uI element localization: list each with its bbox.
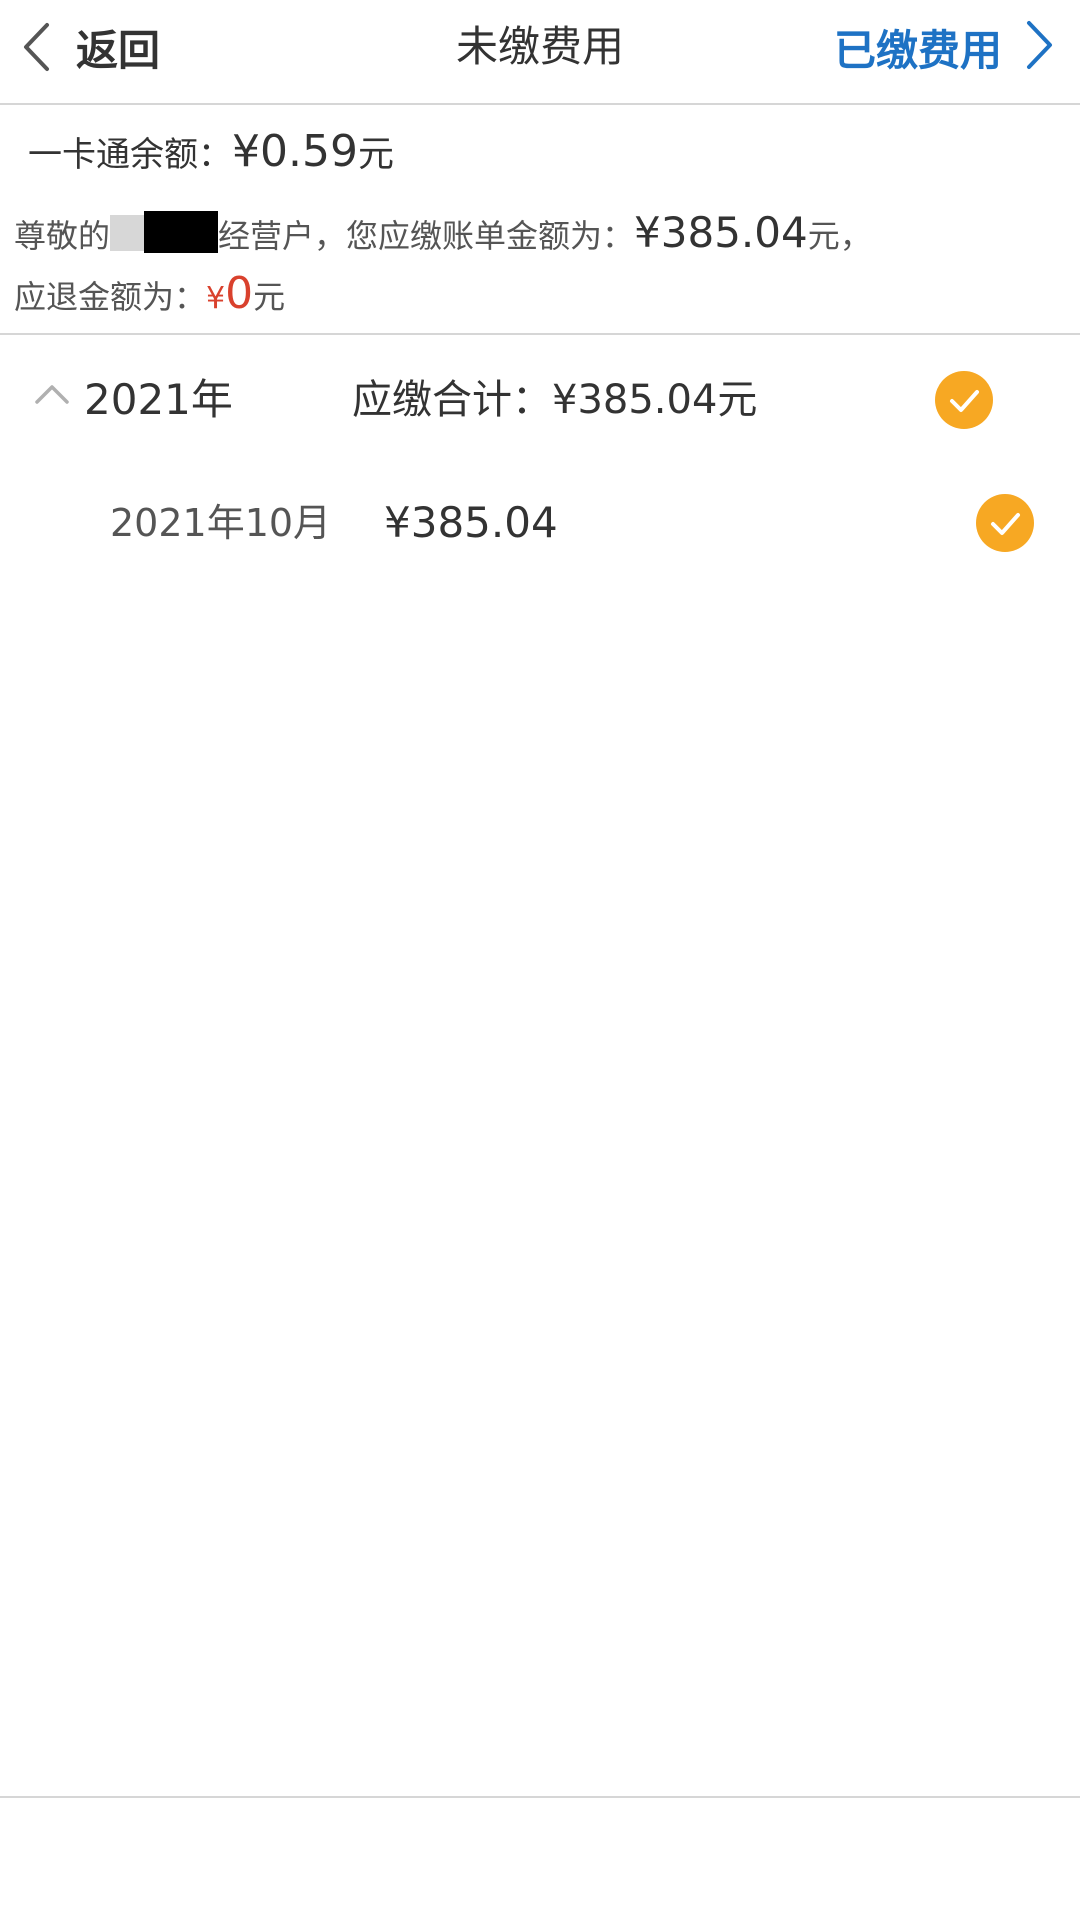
bill-amount: ¥385.04 [634, 208, 808, 257]
refund-notice: 应退金额为： ¥ 0 元 [14, 268, 285, 328]
notice-prefix: 尊敬的 [14, 217, 111, 255]
refund-unit: 元 [253, 278, 286, 316]
refund-amount: 0 [225, 268, 254, 319]
month-label: 2021年10月 [110, 501, 332, 545]
paid-fees-label: 已缴费用 [833, 25, 1002, 75]
chevron-right-icon [1026, 20, 1054, 74]
paid-fees-link[interactable]: 已缴费用 [834, 8, 1054, 86]
card-balance: 一卡通余额： ¥0.59 元 [28, 125, 394, 195]
refund-currency: ¥ [206, 281, 226, 316]
check-circle-icon[interactable] [976, 494, 1034, 552]
back-button[interactable]: 返回 [22, 8, 160, 86]
balance-unit: 元 [357, 134, 394, 175]
refund-label: 应退金额为： [14, 278, 207, 316]
bill-notice: 尊敬的 经营户，您应缴账单金额为： ¥385.04 元， [14, 205, 872, 265]
redacted-name [110, 211, 219, 253]
year-group-header[interactable]: 2021年 应缴合计：¥385.04元 [0, 355, 1080, 445]
year-total: 应缴合计：¥385.04元 [352, 377, 758, 423]
notice-middle: 经营户，您应缴账单金额为： [218, 217, 635, 255]
account-info: 一卡通余额： ¥0.59 元 尊敬的 经营户，您应缴账单金额为： ¥385.04… [0, 105, 1080, 335]
balance-value: ¥0.59 [232, 126, 358, 177]
balance-label: 一卡通余额： [28, 135, 232, 175]
chevron-up-icon[interactable] [34, 383, 70, 409]
check-circle-icon[interactable] [935, 371, 993, 429]
nav-header: 返回 未缴费用 已缴费用 [0, 0, 1080, 105]
chevron-left-icon [22, 22, 50, 72]
bill-unit: 元， [807, 217, 872, 255]
footer-divider [0, 1796, 1080, 1798]
year-label: 2021年 [84, 375, 233, 424]
month-bill-row[interactable]: 2021年10月 ¥385.04 [0, 478, 1080, 568]
back-label: 返回 [76, 25, 161, 75]
month-amount: ¥385.04 [384, 498, 558, 547]
